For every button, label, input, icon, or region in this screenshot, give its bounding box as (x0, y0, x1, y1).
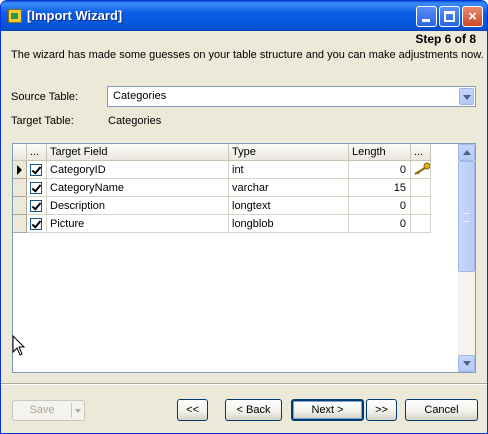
title-bar[interactable]: [Import Wizard] × (1, 1, 487, 31)
type-cell[interactable]: int (229, 161, 349, 179)
save-split-button: Save (12, 400, 85, 421)
type-cell[interactable]: longblob (229, 215, 349, 233)
close-button[interactable]: × (462, 6, 483, 27)
primary-key-cell[interactable] (411, 161, 431, 179)
target-table-label: Target Table: (11, 115, 74, 127)
source-table-select[interactable]: Categories (107, 86, 476, 107)
minimize-button[interactable] (416, 6, 437, 27)
column-header-include[interactable]: ... (27, 144, 47, 161)
key-icon (414, 162, 430, 175)
length-cell[interactable]: 0 (349, 197, 411, 215)
save-dropdown-arrow-icon (72, 401, 85, 420)
table-row[interactable]: Picture longblob 0 (13, 215, 431, 233)
row-selector[interactable] (13, 179, 27, 197)
column-header-type[interactable]: Type (229, 144, 349, 161)
scroll-up-button[interactable] (458, 144, 475, 161)
type-cell[interactable]: varchar (229, 179, 349, 197)
minimize-icon (422, 19, 430, 22)
current-row-pointer-icon (17, 165, 22, 175)
length-cell[interactable]: 0 (349, 215, 411, 233)
table-row[interactable]: Description longtext 0 (13, 197, 431, 215)
target-field-cell[interactable]: Description (47, 197, 229, 215)
last-step-button[interactable]: >> (366, 399, 397, 421)
scroll-down-button[interactable] (458, 355, 475, 372)
maximize-button[interactable] (439, 6, 460, 27)
row-selector[interactable] (13, 197, 27, 215)
include-checkbox[interactable] (30, 182, 42, 194)
target-table-value: Categories (108, 115, 162, 127)
back-button[interactable]: < Back (225, 399, 282, 421)
window-title: [Import Wizard] (27, 8, 123, 23)
step-indicator: Step 6 of 8 (415, 32, 476, 46)
first-step-button[interactable]: << (177, 399, 208, 421)
source-table-label: Source Table: (11, 91, 79, 103)
include-checkbox[interactable] (30, 218, 42, 230)
maximize-icon (444, 11, 455, 22)
save-button: Save (29, 404, 55, 416)
mouse-pointer-icon (12, 335, 26, 356)
type-cell[interactable]: longtext (229, 197, 349, 215)
include-checkbox[interactable] (30, 200, 42, 212)
target-field-cell[interactable]: CategoryID (47, 161, 229, 179)
length-cell[interactable]: 15 (349, 179, 411, 197)
cancel-button[interactable]: Cancel (405, 399, 478, 421)
column-header-length[interactable]: Length (349, 144, 411, 161)
footer-separator (1, 383, 487, 385)
source-table-value: Categories (113, 90, 167, 102)
chevron-down-icon[interactable] (459, 88, 474, 105)
primary-key-cell[interactable] (411, 197, 431, 215)
scroll-thumb[interactable] (458, 161, 475, 272)
primary-key-cell[interactable] (411, 179, 431, 197)
target-field-cell[interactable]: CategoryName (47, 179, 229, 197)
target-field-cell[interactable]: Picture (47, 215, 229, 233)
field-mapping-grid[interactable]: ... Target Field Type Length ... Categor… (12, 143, 476, 373)
vertical-scrollbar[interactable] (458, 144, 475, 372)
row-selector[interactable] (13, 215, 27, 233)
table-row[interactable]: CategoryID int 0 (13, 161, 431, 179)
column-header-target-field[interactable]: Target Field (47, 144, 229, 161)
next-button[interactable]: Next > (291, 399, 364, 421)
close-icon: × (468, 8, 477, 25)
table-row[interactable]: CategoryName varchar 15 (13, 179, 431, 197)
row-header-corner (13, 144, 27, 161)
row-selector[interactable] (13, 161, 27, 179)
include-checkbox[interactable] (30, 164, 42, 176)
length-cell[interactable]: 0 (349, 161, 411, 179)
grid-header: ... Target Field Type Length ... (13, 144, 431, 161)
primary-key-cell[interactable] (411, 215, 431, 233)
app-icon (8, 9, 22, 23)
column-header-key[interactable]: ... (411, 144, 431, 161)
wizard-description: The wizard has made some guesses on your… (11, 49, 484, 61)
import-wizard-window: [Import Wizard] × Step 6 of 8 The wizard… (0, 0, 488, 434)
